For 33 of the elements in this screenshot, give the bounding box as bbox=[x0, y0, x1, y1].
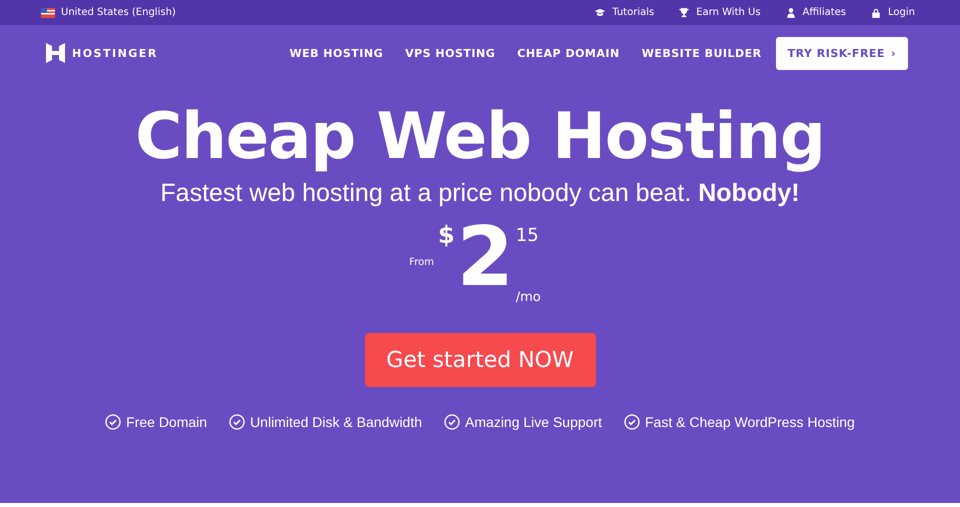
check-circle-icon bbox=[229, 414, 246, 430]
nav-link[interactable]: CHEAP DOMAIN bbox=[517, 46, 620, 60]
logo-text[interactable]: HOSTINGER bbox=[72, 46, 158, 60]
try-risk-free-button[interactable]: TRY RISK-FREE › bbox=[776, 36, 908, 70]
nav-link[interactable]: WEB HOSTING bbox=[289, 46, 384, 60]
graduation-cap-icon bbox=[594, 6, 606, 18]
nav-link[interactable]: WEBSITE BUILDER bbox=[642, 46, 762, 60]
top-link[interactable]: Login bbox=[888, 7, 915, 18]
hero-subtitle: Fastest web hosting at a price nobody can beat. Nobody! bbox=[160, 178, 800, 209]
top-link[interactable]: Earn With Us bbox=[696, 7, 761, 18]
person-icon bbox=[784, 6, 797, 18]
hero-title: Cheap Web Hosting bbox=[135, 99, 825, 176]
logo-icon bbox=[46, 43, 65, 63]
price-currency: $ bbox=[438, 221, 455, 249]
check-circle-icon bbox=[444, 414, 460, 430]
price-period: /mo bbox=[516, 290, 541, 305]
price-amount: 2 bbox=[456, 215, 514, 301]
trophy-icon bbox=[678, 6, 690, 18]
lock-icon bbox=[870, 6, 882, 18]
feature-text: Free Domain bbox=[126, 414, 208, 430]
check-circle-icon bbox=[624, 414, 640, 430]
price-prefix: From bbox=[409, 257, 434, 268]
top-link[interactable]: Tutorials bbox=[612, 7, 654, 18]
feature-text: Amazing Live Support bbox=[465, 414, 602, 430]
get-started-button[interactable]: Get started NOW bbox=[364, 333, 596, 387]
nav-link[interactable]: VPS HOSTING bbox=[405, 46, 496, 60]
check-circle-icon bbox=[105, 414, 122, 430]
top-link[interactable]: Affiliates bbox=[802, 7, 846, 18]
feature-text: Fast & Cheap WordPress Hosting bbox=[645, 414, 855, 430]
locale-link[interactable]: United States (English) bbox=[61, 7, 176, 18]
flag-icon bbox=[41, 8, 55, 18]
feature-text: Unlimited Disk & Bandwidth bbox=[250, 414, 422, 430]
price-cents: 15 bbox=[516, 225, 540, 246]
